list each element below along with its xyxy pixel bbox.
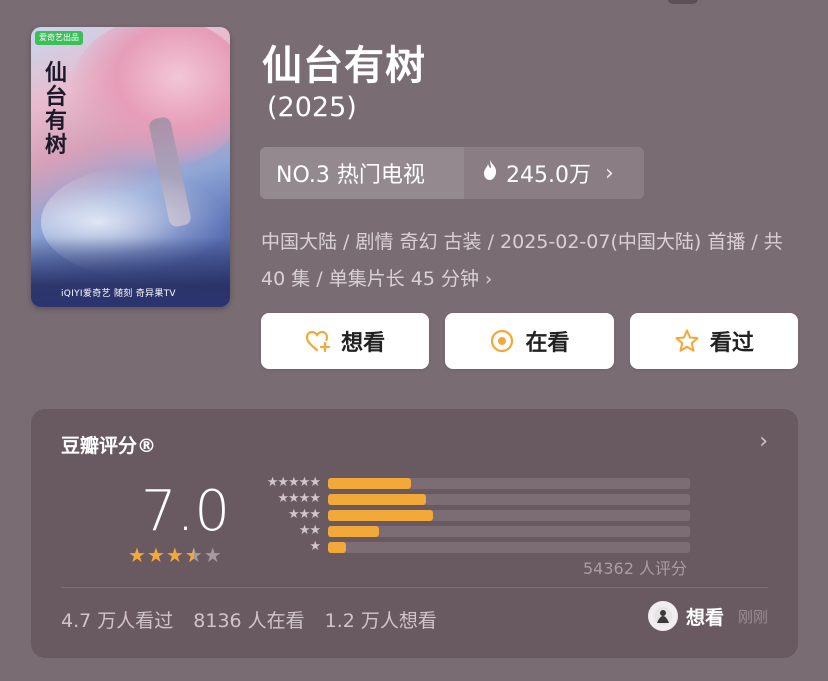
star-icon: ★ bbox=[203, 543, 222, 567]
chevron-right-icon: › bbox=[604, 160, 614, 186]
poster-logos: iQIYI爱奇艺 随刻 奇异果TV bbox=[61, 289, 176, 299]
flame-icon bbox=[482, 159, 498, 187]
watching-button[interactable]: 在看 bbox=[445, 313, 614, 369]
watch-stats: 4.7 万人看过 8136 人在看 1.2 万人想看 bbox=[61, 606, 437, 633]
poster-image[interactable]: 爱奇艺出品 仙台有树 iQIYI爱奇艺 随刻 奇异果TV bbox=[31, 27, 230, 307]
rating-stars: ★ ★ ★ ★ ★ bbox=[128, 544, 222, 566]
dist-row: ★★★★ bbox=[256, 491, 701, 507]
star-half-icon: ★ bbox=[185, 544, 203, 566]
dist-row: ★★★★★ bbox=[256, 475, 701, 491]
dist-bar bbox=[328, 525, 379, 537]
chevron-right-icon[interactable]: › bbox=[759, 429, 768, 454]
show-year: (2025) bbox=[267, 92, 357, 123]
dist-stars: ★★★★ bbox=[277, 491, 321, 506]
watched-button[interactable]: 看过 bbox=[629, 313, 798, 369]
watched-label: 看过 bbox=[709, 331, 754, 356]
rating-score: 7.0 bbox=[141, 479, 231, 544]
top-indicator bbox=[668, 0, 698, 4]
meta-text: 中国大陆 / 剧情 奇幻 古装 / 2025-02-07(中国大陆) 首播 / … bbox=[261, 231, 783, 290]
dist-track bbox=[328, 493, 690, 505]
dist-bar bbox=[328, 493, 426, 505]
rating-card[interactable]: 豆瓣评分® › 7.0 ★ ★ ★ ★ ★ ★ ★★★★ ★ ★★★ ★ ★★★… bbox=[31, 409, 798, 658]
divider bbox=[61, 587, 768, 588]
want-to-watch-button[interactable]: 想看 bbox=[261, 313, 430, 369]
rank-label: NO.3 热门电视 bbox=[260, 147, 464, 199]
dist-track bbox=[328, 525, 690, 537]
dist-row: ★★ bbox=[256, 523, 701, 539]
target-circle-icon bbox=[489, 328, 515, 354]
friend-status: 想看 bbox=[685, 606, 724, 629]
dist-bar bbox=[328, 509, 433, 521]
watched-count: 4.7 万人看过 bbox=[61, 610, 174, 632]
heat-value: 245.0万 bbox=[506, 163, 591, 188]
dist-track bbox=[328, 509, 690, 521]
dist-track bbox=[328, 541, 690, 553]
dist-bar bbox=[328, 477, 412, 489]
dist-track bbox=[328, 477, 690, 489]
dist-stars: ★★★★★ bbox=[266, 475, 321, 490]
poster-badge: 爱奇艺出品 bbox=[35, 31, 83, 45]
rating-title: 豆瓣评分® bbox=[61, 435, 157, 457]
poster-calligraphy: 仙台有树 bbox=[45, 60, 68, 158]
want-count: 1.2 万人想看 bbox=[324, 610, 437, 632]
rank-pill[interactable]: NO.3 热门电视 245.0万 › bbox=[260, 147, 644, 199]
dist-stars: ★ bbox=[309, 539, 321, 554]
poster-tree-art bbox=[70, 27, 230, 167]
want-to-watch-label: 想看 bbox=[341, 331, 386, 356]
raters-count: 54362 人评分 bbox=[583, 559, 687, 578]
avatar[interactable] bbox=[647, 601, 678, 631]
rating-distribution: ★★★★★ ★★★★ ★★★ ★★ ★ bbox=[256, 475, 701, 555]
star-outline-icon bbox=[674, 328, 700, 354]
dist-row: ★ bbox=[256, 539, 701, 555]
movie-detail-page: 爱奇艺出品 仙台有树 iQIYI爱奇艺 随刻 奇异果TV 仙台有树 (2025)… bbox=[0, 0, 828, 681]
dist-bar bbox=[328, 541, 347, 553]
heart-plus-icon bbox=[305, 328, 331, 354]
dist-stars: ★★ bbox=[298, 523, 321, 538]
star-icon: ★ bbox=[165, 543, 184, 567]
star-icon: ★ bbox=[146, 543, 165, 567]
dist-stars: ★★★ bbox=[288, 507, 321, 522]
show-title: 仙台有树 bbox=[262, 43, 426, 89]
watching-count: 8136 人在看 bbox=[193, 610, 305, 632]
chevron-right-icon: › bbox=[485, 269, 493, 290]
dist-row: ★★★ bbox=[256, 507, 701, 523]
heat-section[interactable]: 245.0万 › bbox=[464, 147, 644, 199]
friend-activity[interactable]: 想看 刚刚 bbox=[647, 601, 768, 631]
star-icon: ★ bbox=[128, 543, 146, 567]
show-meta[interactable]: 中国大陆 / 剧情 奇幻 古装 / 2025-02-07(中国大陆) 首播 / … bbox=[261, 224, 801, 298]
action-buttons: 想看 在看 看过 bbox=[261, 313, 798, 369]
friend-time: 刚刚 bbox=[737, 607, 768, 626]
watching-label: 在看 bbox=[525, 331, 570, 356]
